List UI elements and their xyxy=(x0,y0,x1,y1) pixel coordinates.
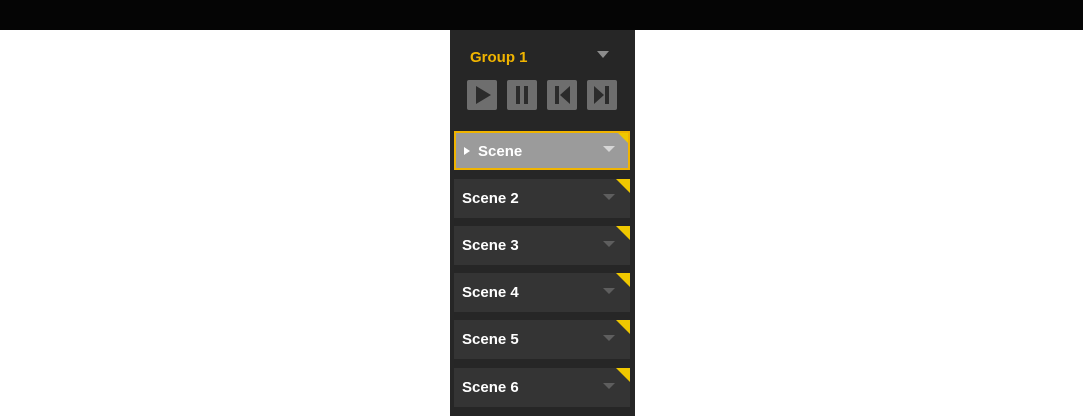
scene-label: Scene 6 xyxy=(462,379,519,396)
chevron-down-icon[interactable] xyxy=(602,192,616,202)
scene-item-4[interactable]: Scene 4 xyxy=(454,273,630,312)
scene-group-panel: Group 1 Scene Scene 2 Scene 3 Scene 4 Sc… xyxy=(450,30,635,416)
top-bar xyxy=(0,0,1083,30)
skip-forward-icon xyxy=(594,86,609,104)
chevron-down-icon[interactable] xyxy=(602,239,616,249)
skip-back-icon xyxy=(555,86,570,104)
scene-item-6[interactable]: Scene 6 xyxy=(454,368,630,407)
scene-label: Scene 3 xyxy=(462,237,519,254)
chevron-down-icon[interactable] xyxy=(602,286,616,296)
corner-flag-icon xyxy=(616,368,630,382)
corner-flag-icon xyxy=(616,273,630,287)
scene-item-1[interactable]: Scene xyxy=(454,131,630,170)
corner-flag-icon xyxy=(616,226,630,240)
chevron-down-icon[interactable] xyxy=(594,48,612,62)
scene-label: Scene xyxy=(478,143,523,160)
corner-flag-icon xyxy=(616,179,630,193)
group-header: Group 1 xyxy=(450,30,635,70)
next-button[interactable] xyxy=(587,80,617,110)
scene-item-2[interactable]: Scene 2 xyxy=(454,179,630,218)
play-button[interactable] xyxy=(467,80,497,110)
chevron-down-icon[interactable] xyxy=(602,144,616,154)
pause-icon xyxy=(516,86,528,104)
scene-label: Scene 2 xyxy=(462,190,519,207)
scene-label: Scene 5 xyxy=(462,331,519,348)
pause-button[interactable] xyxy=(507,80,537,110)
scene-item-5[interactable]: Scene 5 xyxy=(454,320,630,359)
play-icon xyxy=(476,86,491,104)
scene-item-3[interactable]: Scene 3 xyxy=(454,226,630,265)
chevron-down-icon[interactable] xyxy=(602,333,616,343)
scene-label: Scene 4 xyxy=(462,284,519,301)
chevron-down-icon[interactable] xyxy=(602,381,616,391)
corner-flag-icon xyxy=(616,320,630,334)
previous-button[interactable] xyxy=(547,80,577,110)
group-title: Group 1 xyxy=(470,49,528,66)
corner-flag-icon xyxy=(616,133,628,145)
transport-controls xyxy=(467,80,627,112)
playing-indicator-icon xyxy=(464,147,470,155)
